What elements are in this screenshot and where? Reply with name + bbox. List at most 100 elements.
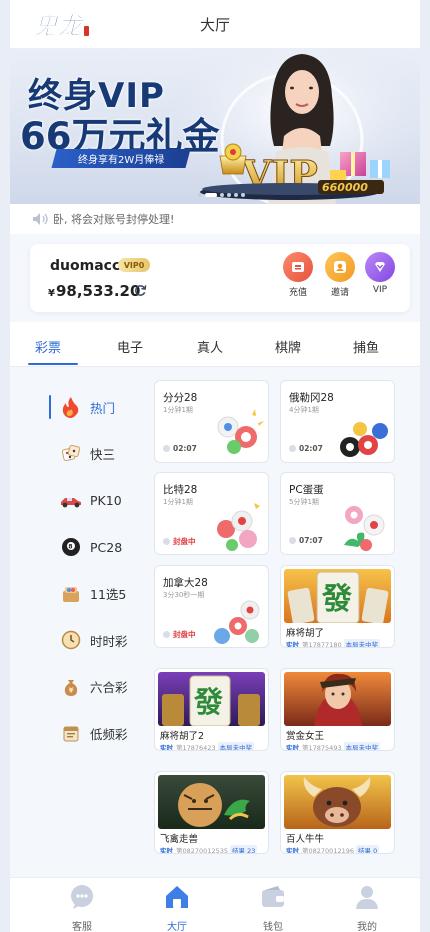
deposit-label: 充值: [288, 288, 307, 298]
carousel-dot[interactable]: [227, 193, 231, 197]
lottery-title: 俄勒冈28: [289, 392, 334, 404]
lottery-card[interactable]: 比特28 1分钟1期 封盘中: [154, 472, 269, 555]
live-tag: 实时: [160, 847, 173, 854]
sidebar-item-hot[interactable]: 热门: [40, 384, 140, 431]
nav-label: 我的: [357, 922, 377, 932]
carousel-dot-active[interactable]: [205, 193, 217, 197]
game-card[interactable]: 飞禽走兽 实时 第08270012535 结果 23: [154, 771, 269, 854]
carousel-dot[interactable]: [241, 193, 245, 197]
game-name: 百人牛牛: [286, 834, 325, 845]
game-thumbnail: 發: [284, 569, 391, 623]
tab-lottery[interactable]: 彩票: [35, 337, 61, 356]
svg-text:¥: ¥: [69, 686, 74, 694]
game-meta: 实时 第17877180 本局未中奖: [286, 639, 381, 648]
countdown-text: 02:07: [299, 444, 323, 453]
banner-ribbon-text: 终身享有2W月俸禄: [77, 155, 165, 166]
game-thumbnail: [284, 775, 391, 829]
bull-portrait: [303, 777, 371, 827]
clock-dot-icon: [289, 537, 296, 544]
race-car-icon: [60, 489, 82, 511]
invite-label: 邀请: [330, 288, 349, 298]
brand-logo[interactable]: 鬼龙: [32, 8, 94, 42]
page-title: 大厅: [199, 15, 230, 34]
game-name: 飞禽走兽: [160, 834, 199, 845]
game-meta: 实时 第17876423 本局未中奖: [160, 742, 255, 751]
nav-label: 大厅: [167, 922, 187, 932]
lottery-card[interactable]: PC蛋蛋 5分钟1期 07:07: [280, 472, 395, 555]
countdown: 07:07: [289, 536, 323, 545]
tab-fishing[interactable]: 捕鱼: [353, 337, 379, 356]
lottery-card[interactable]: 俄勒冈28 4分钟1期 02:07: [280, 380, 395, 463]
vip-level-badge: VIP0: [118, 258, 150, 272]
sidebar: 热门 快三 PK10 8 PC28 11选5 时时彩 ¥ 六合彩 低频彩: [40, 384, 140, 757]
deposit-button[interactable]: 充值: [278, 252, 318, 298]
carousel-dot[interactable]: [220, 193, 224, 197]
issue-number: 第17876423: [176, 744, 216, 751]
tab-cards[interactable]: 棋牌: [275, 337, 301, 356]
clock-dot-icon: [163, 631, 170, 638]
sidebar-label: 时时彩: [90, 633, 128, 649]
sidebar-label: 快三: [90, 447, 116, 463]
game-card[interactable]: 發 麻将胡了2 实时 第17876423 本局未中奖: [154, 668, 269, 751]
clock-dot-icon: [289, 445, 296, 452]
vip-label: VIP: [372, 285, 388, 295]
money-bag-icon: ¥: [60, 676, 82, 698]
nav-label: 客服: [72, 922, 92, 932]
sidebar-item-lowfreq[interactable]: 低频彩: [40, 710, 140, 757]
sidebar-item-k3[interactable]: 快三: [40, 430, 140, 478]
round-result: 本局未中奖: [217, 742, 255, 751]
game-card[interactable]: 赏金女王 实时 第17875493 本局未中奖: [280, 668, 395, 751]
lottery-title: PC蛋蛋: [289, 484, 324, 496]
invite-button[interactable]: 邀请: [320, 252, 360, 298]
lottery-frequency: 1分钟1期: [163, 498, 193, 506]
sidebar-item-marksix[interactable]: ¥ 六合彩: [40, 663, 140, 711]
top-header: 鬼龙 大厅: [10, 0, 420, 48]
game-meta: 实时 第08270012535 结果 23: [160, 845, 258, 854]
issue-number: 第17877180: [302, 641, 342, 648]
refresh-icon[interactable]: [134, 284, 147, 297]
support-icon: [71, 885, 93, 909]
nav-wallet[interactable]: 钱包: [249, 884, 297, 932]
beasts-portrait: [178, 783, 250, 827]
carousel-dot[interactable]: [198, 193, 202, 197]
sidebar-label: 低频彩: [90, 726, 128, 742]
sidebar-item-pk10[interactable]: PK10: [40, 477, 140, 524]
sidebar-item-pc28[interactable]: 8 PC28: [40, 523, 140, 571]
game-thumbnail: [158, 775, 265, 829]
countdown: 封盘中: [163, 536, 196, 547]
sidebar-label: PC28: [90, 539, 123, 555]
game-card[interactable]: 發 麻将胡了 实时 第17877180 本局未中奖: [280, 565, 395, 648]
lottery-frequency: 5分钟1期: [289, 498, 319, 506]
billiard-balls-icon: [340, 422, 388, 457]
tab-electronic[interactable]: 电子: [117, 337, 143, 356]
countdown: 02:07: [163, 444, 197, 453]
notice-bar[interactable]: 卧, 将会对账号封停处理!: [10, 204, 420, 234]
lottery-title: 比特28: [163, 484, 198, 496]
live-tag: 实时: [286, 847, 299, 854]
promo-banner[interactable]: VIP 660000 终身VIP 66万元礼金 终身享有2W月俸禄: [10, 48, 420, 204]
game-name: 麻将胡了2: [160, 731, 205, 742]
vip-button[interactable]: VIP: [360, 252, 400, 295]
lottery-card[interactable]: 加拿大28 3分30秒一期 封盘中: [154, 565, 269, 648]
carousel-dot[interactable]: [234, 193, 238, 197]
lottery-card[interactable]: 分分28 1分钟1期 02:07: [154, 380, 269, 463]
lottery-balls-icon: [217, 409, 264, 454]
nav-support[interactable]: 客服: [58, 884, 106, 932]
home-icon: [166, 886, 188, 908]
sidebar-item-11x5[interactable]: 11选5: [40, 570, 140, 617]
wallet-icon: [262, 886, 284, 907]
lottery-frequency: 3分30秒一期: [163, 591, 205, 599]
sidebar-item-ssc[interactable]: 时时彩: [40, 616, 140, 664]
tab-live[interactable]: 真人: [197, 337, 223, 356]
bonus-amount: 660000: [322, 181, 368, 194]
countdown-text: 封盘中: [173, 630, 196, 639]
carousel-dots[interactable]: [198, 193, 245, 197]
mahjong-tile-icon: 發: [287, 571, 389, 623]
game-name: 赏金女王: [286, 731, 325, 742]
lottery-balls-icon: [217, 503, 260, 551]
countdown-text: 07:07: [299, 536, 323, 545]
nav-profile[interactable]: 我的: [343, 884, 391, 932]
svg-text:發: 發: [321, 582, 352, 617]
nav-lobby[interactable]: 大厅: [153, 884, 201, 932]
game-card[interactable]: 百人牛牛 实时 第08270012196 结果 0: [280, 771, 395, 854]
